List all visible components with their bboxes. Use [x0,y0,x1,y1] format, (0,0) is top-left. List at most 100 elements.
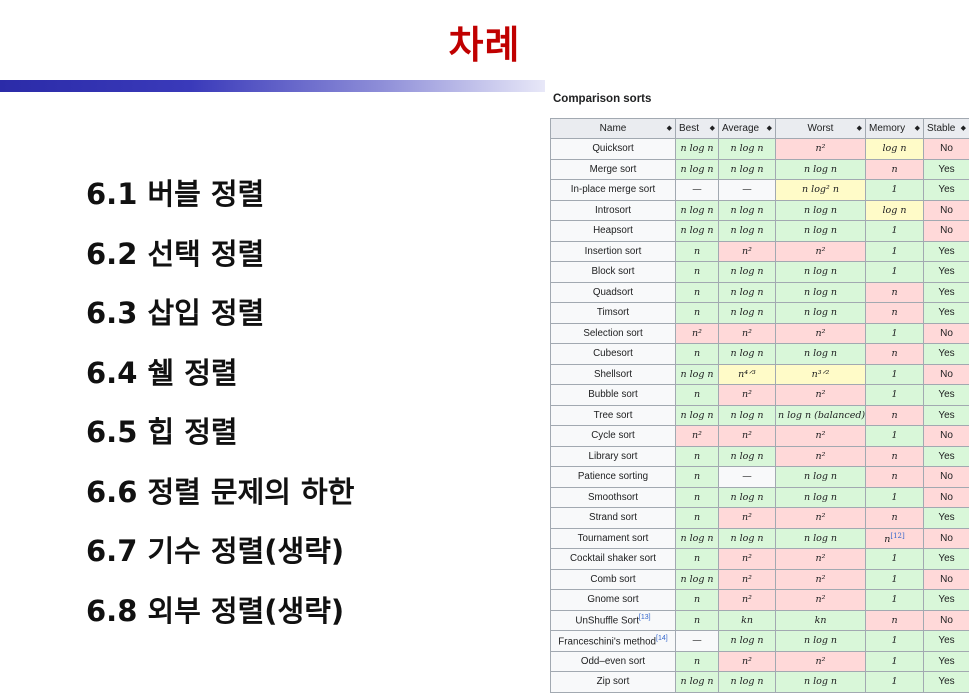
algorithm-link[interactable]: Selection sort [583,328,642,339]
sort-arrow-icon[interactable]: ◆ [915,124,920,132]
cell-algorithm-name[interactable]: Insertion sort [550,240,676,262]
cell-average-value: n² [742,512,752,524]
cell-algorithm-name[interactable]: Cocktail shaker sort [550,548,676,570]
cell-memory-value: n [891,348,898,360]
cell-algorithm-name[interactable]: Selection sort [550,322,676,344]
cell-algorithm-name[interactable]: Comb sort [550,568,676,590]
sort-arrow-icon[interactable]: ◆ [767,124,772,132]
cell-average-value: n log n [730,143,764,155]
algorithm-link[interactable]: Gnome sort [587,594,638,605]
cell-average-value: n log n [730,532,764,544]
cell-worst-value: n log² n [802,184,839,196]
cell-worst-value: n² [815,512,826,524]
cell-algorithm-name[interactable]: Quadsort [550,281,676,303]
column-header-best[interactable]: Best ◆ [675,118,719,139]
algorithm-link[interactable]: Smoothsort [588,492,638,503]
sort-arrow-icon[interactable]: ◆ [857,124,862,132]
algorithm-link[interactable]: Timsort [597,307,629,318]
algorithm-link[interactable]: Bubble sort [588,389,638,400]
cell-algorithm-name[interactable]: Library sort [550,445,676,467]
cell-algorithm-name[interactable]: Block sort [550,261,676,283]
citation-link[interactable]: [12] [890,532,904,540]
algorithm-link[interactable]: Cocktail shaker sort [570,553,656,564]
column-header-worst[interactable]: Worst ◆ [775,118,866,139]
cell-worst: n log n [775,302,866,324]
column-header-label: Stable [927,123,956,134]
column-header-memory[interactable]: Memory ◆ [865,118,924,139]
cell-algorithm-name[interactable]: Introsort [550,199,676,221]
title-underline-bar [0,80,545,92]
sort-arrow-icon[interactable]: ◆ [667,124,672,132]
column-header-average[interactable]: Average ◆ [718,118,776,139]
algorithm-link: UnShuffle Sort [575,615,639,627]
algorithm-link[interactable]: Quadsort [593,287,633,298]
cell-best: n log n [675,527,719,549]
cell-stable: Yes [923,240,969,262]
cell-memory-value: 1 [891,389,898,401]
sort-arrow-icon[interactable]: ◆ [710,124,715,132]
table-row: Library sort n n log n n² n Yes [550,445,969,467]
cell-memory: 1 [865,630,924,652]
cell-algorithm-name[interactable]: Tournament sort [550,527,676,549]
cell-algorithm-name[interactable]: Cubesort [550,343,676,365]
algorithm-link[interactable]: Patience sorting [578,471,648,482]
cell-stable-value: Yes [938,286,955,298]
cell-algorithm-name[interactable]: Gnome sort [550,589,676,611]
cell-best: n [675,589,719,611]
algorithm-link[interactable]: Shellsort [594,369,632,380]
cell-algorithm-name[interactable]: In-place merge sort [550,179,676,201]
cell-algorithm-name[interactable]: Cycle sort [550,425,676,447]
algorithm-link[interactable]: Odd–even sort [581,656,645,667]
cell-average: n² [718,425,776,447]
algorithm-link[interactable]: Block sort [591,266,634,277]
cell-average: n² [718,589,776,611]
algorithm-link[interactable]: Comb sort [590,574,635,585]
sort-arrow-icon[interactable]: ◆ [961,124,966,132]
cell-worst: n² [775,240,866,262]
cell-algorithm-name[interactable]: Odd–even sort [550,650,676,672]
algorithm-link[interactable]: Tournament sort [578,533,649,544]
cell-memory: 1 [865,568,924,590]
cell-algorithm-name[interactable]: Patience sorting [550,466,676,488]
column-header-name[interactable]: Name ◆ [550,118,676,139]
cell-average: n² [718,548,776,570]
algorithm-link[interactable]: Tree sort [594,410,633,421]
algorithm-link[interactable]: Quicksort [592,143,633,154]
cell-worst: n log n [775,630,866,652]
cell-best-value: n log n [680,368,714,380]
cell-algorithm-name[interactable]: Strand sort [550,507,676,529]
cell-algorithm-name[interactable]: Heapsort [550,220,676,242]
algorithm-link[interactable]: Cycle sort [591,430,635,441]
cell-algorithm-name[interactable]: Quicksort [550,138,676,160]
algorithm-link[interactable]: Cubesort [593,348,633,359]
cell-average: n log n [718,343,776,365]
algorithm-link[interactable]: Merge sort [590,164,637,175]
algorithm-link[interactable]: Introsort [595,205,631,216]
column-header-stable[interactable]: Stable ◆ [923,118,969,139]
algorithm-link[interactable]: Insertion sort [585,246,642,257]
cell-algorithm-name[interactable]: Merge sort [550,158,676,180]
cell-best-value: n [693,512,701,524]
cell-best: n log n [675,404,719,426]
cell-best: n² [675,425,719,447]
cell-worst-value: n log n [803,204,838,216]
cell-algorithm-name[interactable]: Tree sort [550,404,676,426]
cell-algorithm-name[interactable]: Timsort [550,302,676,324]
algorithm-link[interactable]: Heapsort [593,225,633,236]
table-row: In-place merge sort — — n log² n 1 Yes [550,179,969,201]
cell-stable-value: Yes [938,389,955,401]
cell-worst: n² [775,138,866,160]
citation-link[interactable]: [14] [656,635,668,642]
cell-algorithm-name[interactable]: Shellsort [550,363,676,385]
cell-algorithm-name[interactable]: Bubble sort [550,384,676,406]
cell-worst: n² [775,322,866,344]
algorithm-link[interactable]: Strand sort [589,512,637,523]
algorithm-link[interactable]: Library sort [589,451,638,462]
cell-algorithm-name[interactable]: Smoothsort [550,486,676,508]
algorithm-link[interactable]: In-place merge sort [571,184,655,195]
cell-worst: n² [775,425,866,447]
cell-stable: Yes [923,589,969,611]
cell-stable-value: Yes [938,163,955,175]
citation-link[interactable]: [13] [639,614,651,621]
cell-stable: Yes [923,343,969,365]
